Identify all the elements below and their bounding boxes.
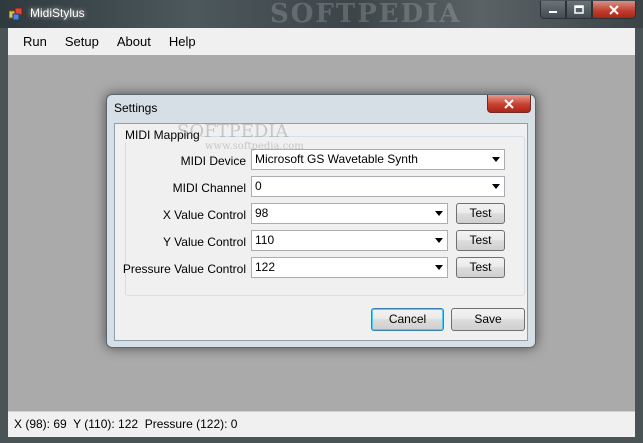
settings-dialog: Settings MIDI Mapping MIDI Device Micros… bbox=[106, 94, 536, 348]
menu-setup[interactable]: Setup bbox=[57, 32, 107, 52]
chevron-down-icon bbox=[491, 184, 500, 189]
pressure-test-button[interactable]: Test bbox=[456, 257, 505, 278]
menu-bar: Run Setup About Help bbox=[8, 28, 635, 55]
midi-channel-select[interactable]: 0 bbox=[251, 176, 505, 197]
title-bar[interactable]: MidiStylus SOFTPEDIA bbox=[0, 0, 643, 28]
menu-help[interactable]: Help bbox=[161, 32, 204, 52]
pressure-value-control-select[interactable]: 122 bbox=[251, 257, 448, 278]
x-value-control-label: X Value Control bbox=[162, 208, 246, 222]
pressure-value-control-label: Pressure Value Control bbox=[122, 262, 246, 276]
dialog-body: MIDI Mapping MIDI Device Microsoft GS Wa… bbox=[114, 123, 528, 341]
chevron-down-icon bbox=[434, 211, 443, 216]
close-button[interactable] bbox=[592, 1, 636, 19]
x-value-control-value: 98 bbox=[255, 206, 269, 220]
window-border-left bbox=[0, 28, 8, 443]
menu-about[interactable]: About bbox=[109, 32, 159, 52]
x-value-control-select[interactable]: 98 bbox=[251, 203, 448, 224]
status-bar: X (98): 69 Y (110): 122 Pressure (122): … bbox=[8, 411, 635, 437]
pressure-value-control-value: 122 bbox=[255, 260, 276, 274]
cancel-button[interactable]: Cancel bbox=[371, 308, 444, 331]
save-button[interactable]: Save bbox=[451, 308, 525, 331]
y-test-button[interactable]: Test bbox=[456, 230, 505, 251]
maximize-icon bbox=[574, 4, 584, 14]
midi-device-select[interactable]: Microsoft GS Wavetable Synth bbox=[251, 149, 505, 170]
midi-mapping-group: MIDI Mapping MIDI Device Microsoft GS Wa… bbox=[123, 128, 525, 296]
main-window: MidiStylus SOFTPEDIA Run Setup About Hel… bbox=[0, 0, 643, 443]
dialog-title: Settings bbox=[114, 101, 158, 115]
window-title: MidiStylus bbox=[30, 6, 85, 20]
minimize-icon bbox=[549, 10, 557, 13]
status-text: X (98): 69 Y (110): 122 Pressure (122): … bbox=[14, 417, 238, 431]
midi-device-value: Microsoft GS Wavetable Synth bbox=[255, 152, 418, 166]
menu-run[interactable]: Run bbox=[15, 32, 55, 52]
midistylus-app-icon bbox=[9, 7, 23, 21]
minimize-button[interactable] bbox=[540, 1, 566, 19]
window-border-bottom bbox=[0, 437, 643, 443]
chevron-down-icon bbox=[434, 265, 443, 270]
group-label: MIDI Mapping bbox=[124, 128, 201, 142]
y-value-control-value: 110 bbox=[255, 233, 275, 247]
window-border-right bbox=[635, 28, 643, 443]
y-value-control-label: Y Value Control bbox=[163, 235, 246, 249]
midi-channel-label: MIDI Channel bbox=[172, 181, 246, 195]
dialog-close-button[interactable] bbox=[487, 95, 531, 113]
midi-device-label: MIDI Device bbox=[180, 154, 246, 168]
close-icon bbox=[504, 98, 514, 109]
close-icon bbox=[609, 4, 619, 15]
x-test-button[interactable]: Test bbox=[456, 203, 505, 224]
title-watermark: SOFTPEDIA bbox=[270, 0, 462, 29]
maximize-button[interactable] bbox=[566, 1, 592, 19]
chevron-down-icon bbox=[434, 238, 443, 243]
y-value-control-select[interactable]: 110 bbox=[251, 230, 448, 251]
midi-channel-value: 0 bbox=[255, 179, 262, 193]
chevron-down-icon bbox=[491, 157, 500, 162]
